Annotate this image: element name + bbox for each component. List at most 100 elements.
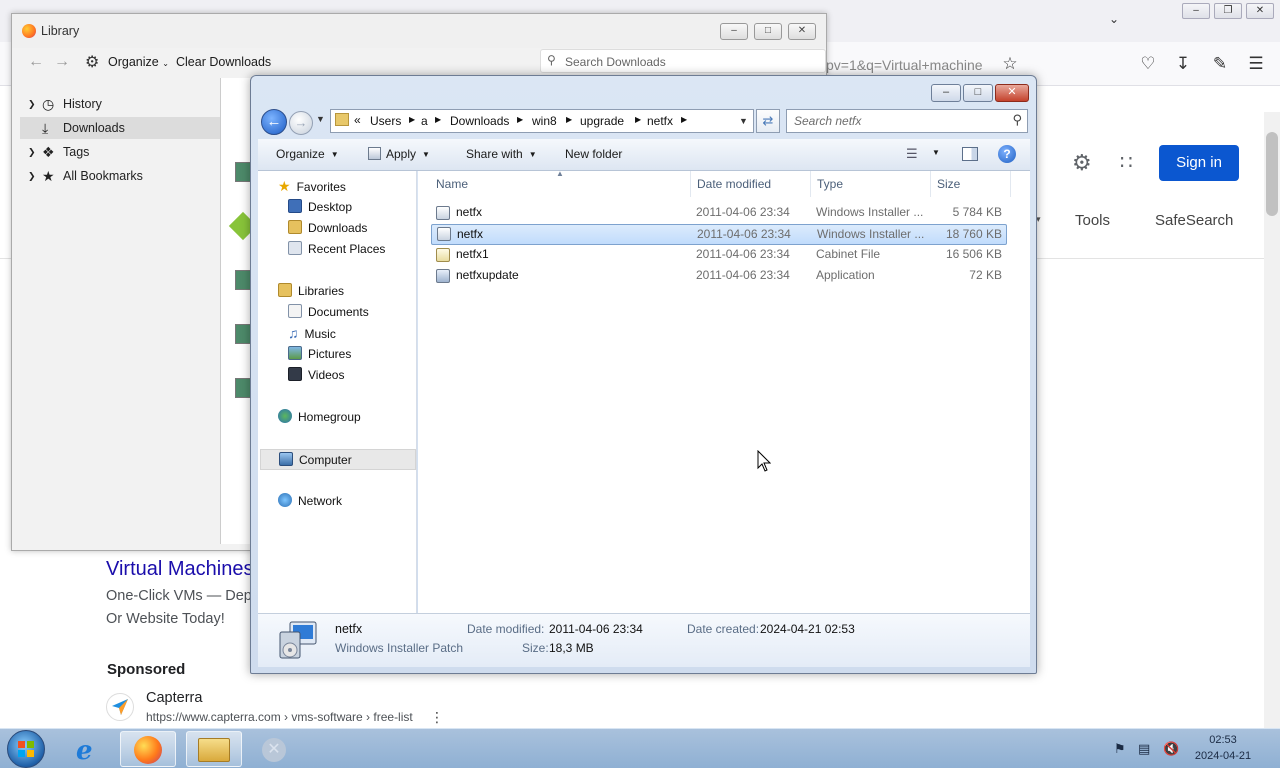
breadcrumb-separator-icon[interactable]: ▶ <box>566 115 572 124</box>
breadcrumb-separator-icon[interactable]: ▶ <box>435 115 441 124</box>
column-divider[interactable] <box>810 171 811 197</box>
sidebar-item-history[interactable]: ❯ ◷ History <box>20 93 220 115</box>
breadcrumb-a[interactable]: a <box>421 114 428 128</box>
downloads-icon[interactable]: ↧ <box>1171 52 1195 76</box>
overflow-chevron-icon[interactable]: « <box>354 113 361 127</box>
search-downloads-input[interactable]: ⚲ Search Downloads <box>540 49 826 73</box>
expand-arrow-icon[interactable]: ❯ <box>28 93 36 115</box>
clock-time[interactable]: 02:53 <box>1196 734 1250 746</box>
explorer-close-button[interactable]: ✕ <box>995 84 1029 102</box>
details-pane: netfx Windows Installer Patch Date modif… <box>258 613 1030 667</box>
nav-label: Recent Places <box>308 242 386 256</box>
nav-label: Pictures <box>308 347 352 361</box>
sponsored-label: Sponsored <box>107 661 186 678</box>
apps-grid-icon[interactable]: ∷ <box>1120 150 1133 175</box>
clear-downloads-button[interactable]: Clear Downloads <box>176 55 271 69</box>
library-minimize-button[interactable]: – <box>720 23 748 40</box>
new-folder-button[interactable]: New folder <box>565 147 622 161</box>
sign-in-button[interactable]: Sign in <box>1159 145 1239 181</box>
column-divider[interactable] <box>1010 171 1011 197</box>
nav-network[interactable]: Network <box>278 491 435 512</box>
taskbar-firefox[interactable] <box>120 731 176 767</box>
breadcrumb-downloads[interactable]: Downloads <box>450 114 509 128</box>
column-type[interactable]: Type <box>817 177 843 191</box>
firefox-close-button[interactable]: ✕ <box>1246 3 1274 19</box>
address-dropdown-icon[interactable]: ▼ <box>739 116 748 126</box>
breadcrumb-upgrade[interactable]: upgrade <box>580 114 624 128</box>
breadcrumb-separator-icon[interactable]: ▶ <box>409 115 415 124</box>
capterra-site-name[interactable]: Capterra <box>146 690 202 706</box>
breadcrumb-netfx[interactable]: netfx <box>647 114 673 128</box>
breadcrumb-separator-icon[interactable]: ▶ <box>635 115 641 124</box>
forward-button[interactable]: → <box>289 111 313 135</box>
firefox-minimize-button[interactable]: – <box>1182 3 1210 19</box>
column-divider[interactable] <box>930 171 931 197</box>
back-button[interactable]: ← <box>261 109 287 135</box>
result-title-link[interactable]: Virtual Machines <box>106 558 253 581</box>
file-row[interactable]: netfx1 2011-04-06 23:34 Cabinet File 16 … <box>432 245 1006 266</box>
sidebar-item-all-bookmarks[interactable]: ❯ ★ All Bookmarks <box>20 165 220 187</box>
network-icon[interactable]: ▤ <box>1138 741 1150 757</box>
search-input[interactable]: Search netfx ⚲ <box>786 109 1028 133</box>
organize-button[interactable]: Organize ▼ <box>276 147 339 161</box>
file-row[interactable]: netfx 2011-04-06 23:34 Windows Installer… <box>432 203 1006 224</box>
firefox-restore-button[interactable]: ❐ <box>1214 3 1242 19</box>
nav-favorites[interactable]: ★ Favorites <box>278 176 435 197</box>
address-bar[interactable]: « Users ▶ a ▶ Downloads ▶ win8 ▶ upgrade… <box>330 109 754 133</box>
taskbar-inactive-app[interactable]: ✕ <box>246 731 302 767</box>
explorer-minimize-button[interactable]: – <box>931 84 961 102</box>
bookmark-star-icon[interactable]: ☆ <box>998 52 1022 76</box>
breadcrumb-separator-icon[interactable]: ▶ <box>681 115 687 124</box>
recent-pages-dropdown[interactable]: ▼ <box>316 114 325 124</box>
expand-arrow-icon[interactable]: ❯ <box>28 165 36 187</box>
clock-date[interactable]: 2024-04-21 <box>1192 750 1254 762</box>
organize-gear-icon[interactable]: ⚙ <box>85 52 99 72</box>
tools-link[interactable]: Tools <box>1075 212 1110 229</box>
breadcrumb-separator-icon[interactable]: ▶ <box>517 115 523 124</box>
capterra-url[interactable]: https://www.capterra.com › vms-software … <box>146 710 413 724</box>
list-all-tabs-icon[interactable]: ⌄ <box>1109 12 1119 26</box>
nav-libraries[interactable]: Libraries <box>278 281 435 302</box>
refresh-icon[interactable]: ⇄ <box>756 109 780 133</box>
action-center-flag-icon[interactable]: ⚑ <box>1114 741 1126 757</box>
apply-button[interactable]: Apply ▼ <box>368 147 430 161</box>
organize-menu[interactable]: Organize ⌄ <box>108 55 169 69</box>
preview-pane-icon[interactable] <box>962 147 978 161</box>
nav-computer[interactable]: Computer <box>260 449 416 470</box>
library-title: Library <box>41 24 80 38</box>
menu-icon[interactable]: ☰ <box>1244 52 1268 76</box>
help-icon[interactable]: ? <box>998 145 1016 163</box>
sidebar-item-downloads[interactable]: ⤓ Downloads <box>20 117 220 139</box>
column-name[interactable]: Name <box>436 177 468 191</box>
taskbar-windows-explorer[interactable] <box>186 731 242 767</box>
library-maximize-button[interactable]: □ <box>754 23 782 40</box>
nav-homegroup[interactable]: Homegroup <box>278 407 435 428</box>
column-date-modified[interactable]: Date modified <box>697 177 771 191</box>
forward-arrow-icon[interactable]: → <box>54 53 70 71</box>
extensions-icon[interactable]: ✎ <box>1208 52 1232 76</box>
view-dropdown-icon[interactable]: ▼ <box>932 148 940 157</box>
library-close-button[interactable]: ✕ <box>788 23 816 40</box>
sidebar-item-tags[interactable]: ❯ ❖ Tags <box>20 141 220 163</box>
settings-gear-icon[interactable]: ⚙ <box>1072 150 1092 176</box>
folder-icon <box>335 113 349 126</box>
page-scrollbar-thumb[interactable] <box>1266 132 1278 216</box>
back-arrow-icon[interactable]: ← <box>28 53 44 71</box>
file-size: 5 784 KB <box>952 205 1002 219</box>
file-row[interactable]: netfxupdate 2011-04-06 23:34 Application… <box>432 266 1006 287</box>
breadcrumb-win8[interactable]: win8 <box>532 114 557 128</box>
expand-arrow-icon[interactable]: ❯ <box>28 141 36 163</box>
column-divider[interactable] <box>690 171 691 197</box>
safesearch-link[interactable]: SafeSearch <box>1155 212 1233 229</box>
volume-muted-icon[interactable]: 🔇 <box>1163 741 1179 757</box>
explorer-maximize-button[interactable]: □ <box>963 84 993 102</box>
pocket-icon[interactable]: ♡ <box>1136 52 1160 76</box>
column-size[interactable]: Size <box>937 177 960 191</box>
file-row-selected[interactable]: netfx 2011-04-06 23:34 Windows Installer… <box>431 224 1007 245</box>
breadcrumb-users[interactable]: Users <box>370 114 401 128</box>
start-button[interactable] <box>7 730 45 768</box>
taskbar-internet-explorer[interactable]: e <box>62 731 118 767</box>
share-with-button[interactable]: Share with ▼ <box>466 147 537 161</box>
view-options-icon[interactable]: ☰ <box>906 146 918 162</box>
more-options-icon[interactable]: ⋮ <box>430 709 444 726</box>
